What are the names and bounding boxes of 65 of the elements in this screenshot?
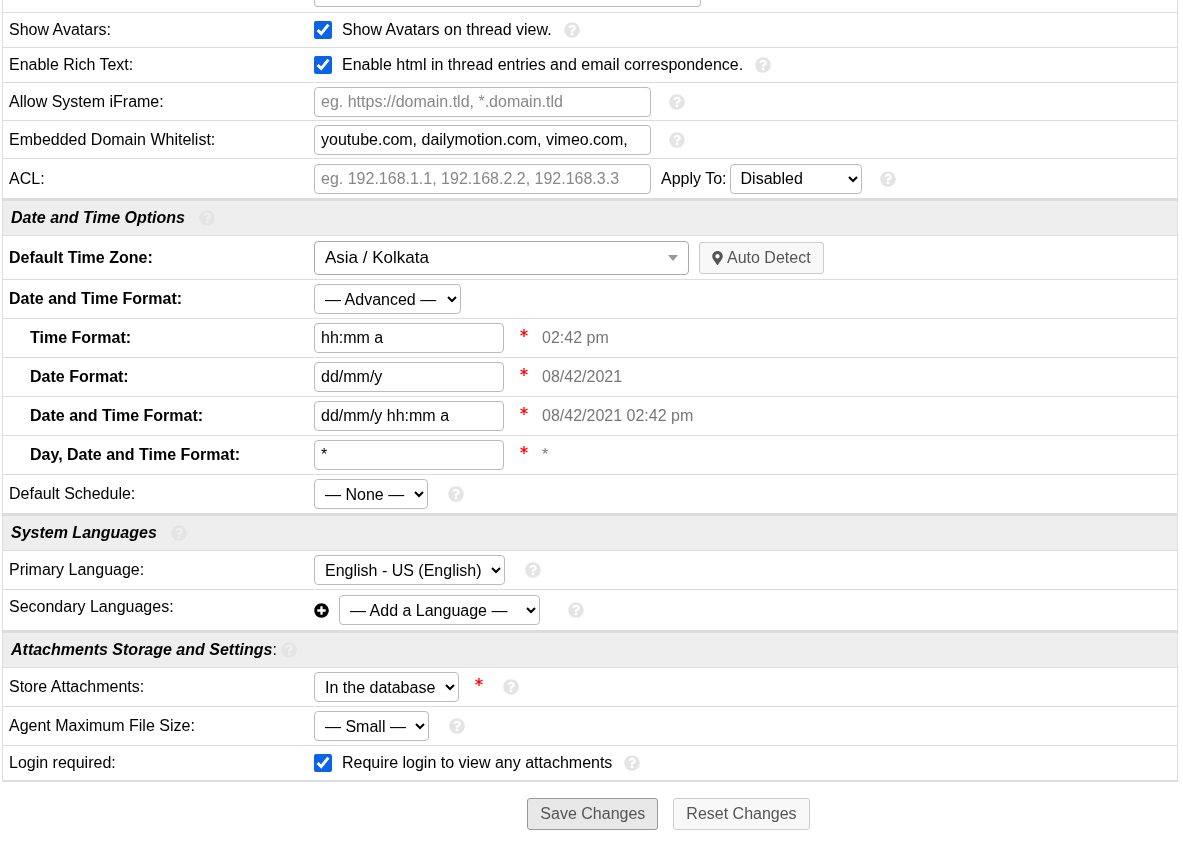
input-field[interactable]: eg. https://domain.tld, *.domain.tld	[314, 86, 651, 117]
apply-select[interactable]: Disabled	[729, 163, 862, 194]
dropdown-select[interactable]: English - US (English)	[314, 555, 505, 585]
format-preview: 08/42/2021 02:42 pm	[542, 407, 694, 425]
field-label: Agent Maximum File Size:	[8, 717, 196, 735]
input-field[interactable]: dd/mm/y	[314, 362, 504, 392]
checkbox[interactable]	[314, 754, 332, 772]
reset-button[interactable]: Reset Changes	[673, 798, 810, 830]
checkbox-label: Show Avatars on thread view.	[342, 21, 552, 39]
field-label: Enable Rich Text:	[8, 56, 135, 74]
caret-icon	[668, 254, 678, 261]
field-label: Login required:	[8, 754, 117, 772]
checkbox-label: Require login to view any attachments	[342, 754, 613, 772]
apply-label: Apply To:	[661, 169, 727, 188]
field-label: Date Format:	[29, 368, 130, 386]
help-icon[interactable]	[448, 486, 464, 502]
dropdown-select[interactable]: — Advanced —	[314, 284, 461, 314]
section-title: System Languages	[11, 524, 157, 542]
help-icon[interactable]	[669, 93, 685, 110]
checkbox-label: Enable html in thread entries and email correspondence.	[342, 56, 744, 74]
field-label: Show Avatars:	[8, 21, 112, 39]
help-icon[interactable]	[563, 22, 580, 38]
colon: :	[272, 641, 277, 659]
section-title: Date and Time Options	[11, 209, 185, 227]
dropdown-select[interactable]: In the database	[314, 672, 459, 702]
checkbox[interactable]	[314, 21, 332, 39]
input-field[interactable]: *	[314, 440, 504, 470]
field-label: Default Time Zone:	[8, 248, 154, 267]
timezone-select[interactable]: Asia / Kolkata	[314, 240, 689, 275]
field-label: Secondary Languages:	[8, 597, 175, 616]
input-field[interactable]: hh:mm a	[314, 323, 504, 353]
add-icon[interactable]	[314, 602, 329, 618]
dropdown-select[interactable]: — None —	[314, 479, 428, 509]
field-label: Allow System iFrame:	[8, 92, 165, 111]
field-label: Embedded Domain Whitelist:	[8, 130, 217, 149]
field-label: ACL:	[8, 169, 46, 188]
dropdown-select[interactable]: — Small —	[314, 711, 429, 741]
field-label: Date and Time Format:	[29, 407, 205, 425]
help-icon[interactable]	[624, 755, 641, 771]
field-label: Store Attachments:	[8, 678, 146, 696]
help-icon[interactable]	[879, 170, 896, 187]
help-icon[interactable]	[449, 718, 465, 734]
field-label: Default Schedule:	[8, 485, 137, 503]
auto-detect-button[interactable]: Auto Detect	[699, 241, 824, 274]
field-label: Primary Language:	[8, 561, 146, 579]
input-field[interactable]	[314, 0, 701, 7]
help-icon[interactable]	[503, 679, 519, 695]
map-pin-icon	[712, 250, 723, 265]
help-icon[interactable]	[755, 57, 772, 73]
dropdown-select[interactable]: — Add a Language —	[339, 595, 540, 625]
field-label: Day, Date and Time Format:	[29, 446, 242, 464]
help-icon[interactable]	[568, 602, 584, 618]
section-title: Attachments Storage and Settings	[11, 641, 273, 659]
field-label: Date and Time Format:	[8, 290, 184, 308]
input-field[interactable]: eg. 192.168.1.1, 192.168.2.2, 192.168.3.3	[314, 163, 651, 194]
format-preview: *	[542, 446, 549, 464]
input-field[interactable]: dd/mm/y hh:mm a	[314, 401, 504, 431]
field-label: Time Format:	[29, 329, 133, 347]
help-icon[interactable]	[669, 131, 685, 148]
help-icon[interactable]	[525, 562, 541, 578]
input-field[interactable]: youtube.com, dailymotion.com, vimeo.com,	[314, 124, 651, 155]
format-preview: 02:42 pm	[542, 329, 609, 347]
checkbox[interactable]	[314, 56, 332, 74]
format-preview: 08/42/2021	[542, 368, 623, 386]
save-button[interactable]: Save Changes	[527, 798, 659, 830]
